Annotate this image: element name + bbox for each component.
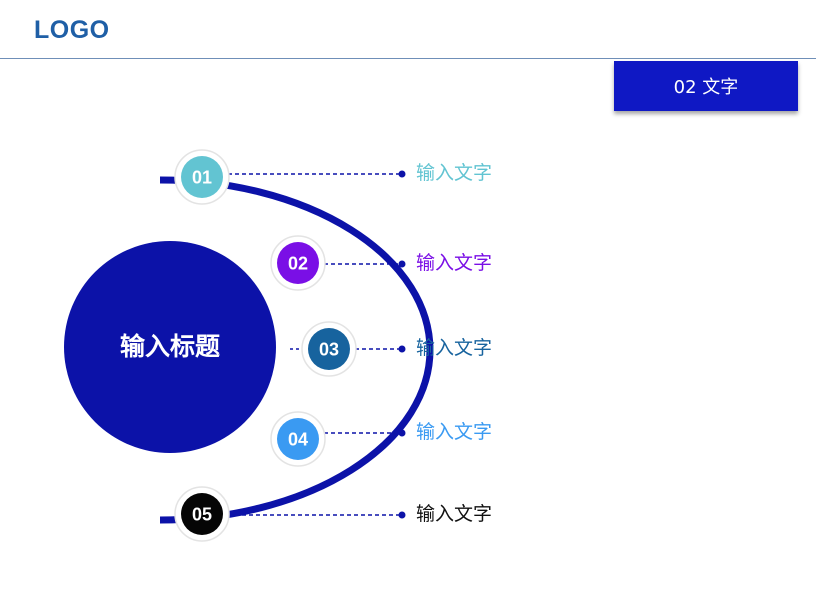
item-label-01: 输入文字	[416, 162, 493, 184]
item-label-04: 输入文字	[416, 421, 493, 443]
connector-dot-02	[398, 260, 406, 268]
title-text: 输入标题	[120, 332, 220, 361]
item-label-03: 输入文字	[416, 337, 493, 359]
connector-dot-05	[398, 511, 406, 519]
connector-dot-01	[398, 170, 406, 178]
item-label-05: 输入文字	[416, 503, 493, 525]
connector-dot-03	[398, 345, 406, 353]
node-number-03: 03	[319, 340, 339, 360]
node-number-02: 02	[288, 254, 308, 274]
connector-dot-04	[398, 429, 406, 437]
item-label-02: 输入文字	[416, 252, 493, 274]
node-number-04: 04	[288, 430, 308, 450]
node-number-05: 05	[192, 505, 212, 525]
process-diagram: 输入标题 01 02 03 04 05	[64, 149, 434, 542]
node-number-01: 01	[192, 168, 212, 188]
